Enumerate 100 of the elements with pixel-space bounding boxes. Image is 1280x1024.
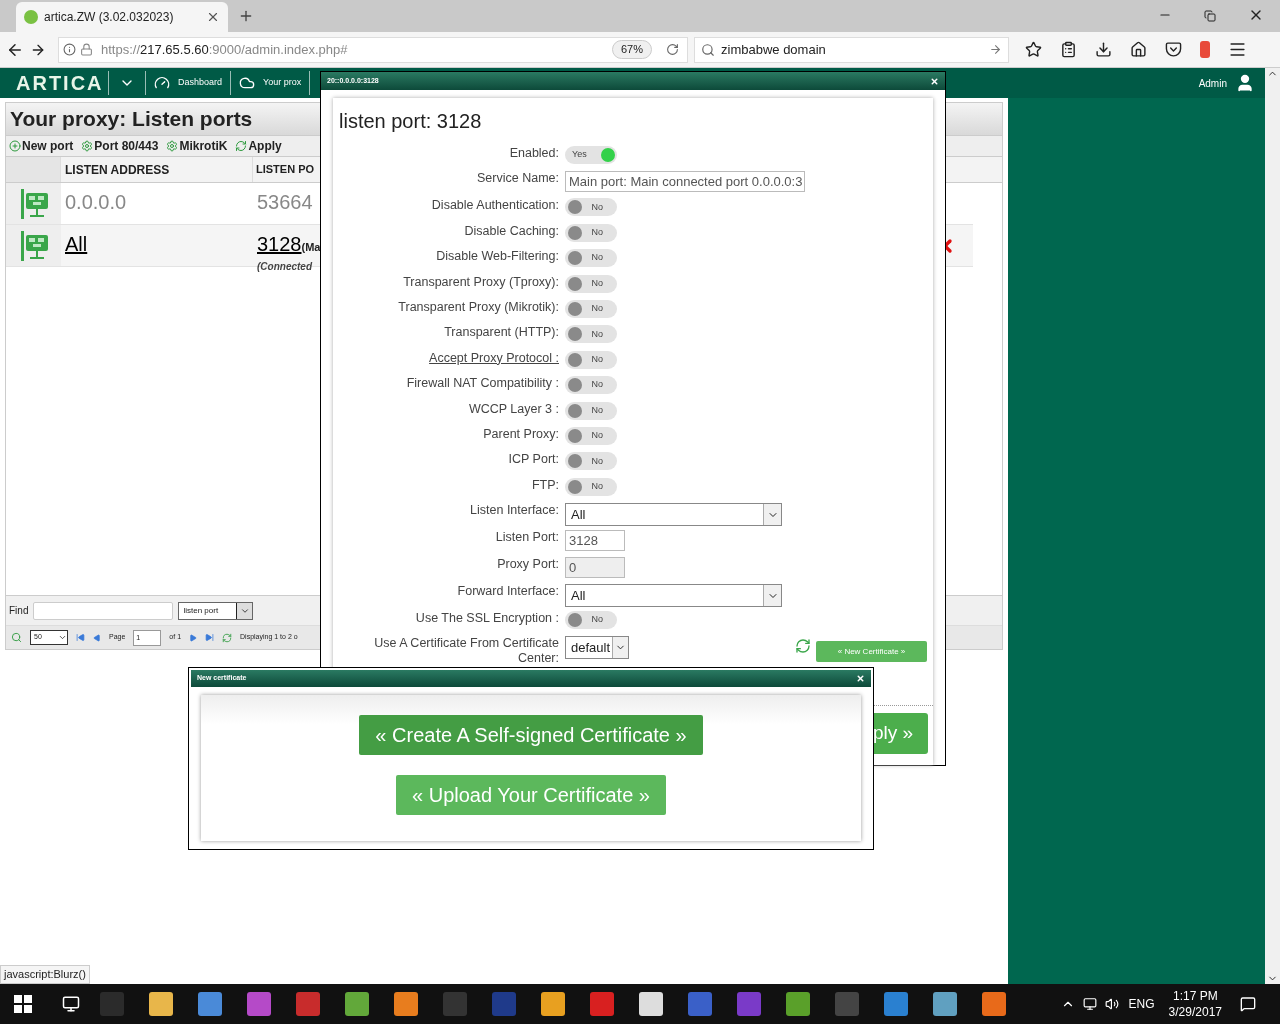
column-header[interactable]: LISTEN ADDRESS bbox=[61, 157, 253, 182]
chevron-down-icon bbox=[58, 633, 67, 642]
field-label: Forward Interface: bbox=[457, 584, 559, 600]
toolbar-button[interactable]: Apply bbox=[235, 137, 282, 155]
port-link: 53664 bbox=[257, 190, 313, 215]
toggle-switch[interactable]: No bbox=[565, 350, 617, 369]
clock[interactable]: 1:17 PM 3/29/2017 bbox=[1168, 988, 1222, 1020]
refresh-icon[interactable] bbox=[222, 632, 233, 643]
toggle-switch[interactable]: No bbox=[565, 223, 617, 242]
search-icon bbox=[701, 42, 715, 57]
network-icon[interactable] bbox=[1082, 997, 1097, 1011]
refresh-icon bbox=[235, 140, 248, 152]
toggle-switch[interactable]: No bbox=[565, 198, 617, 217]
find-field[interactable] bbox=[33, 601, 174, 620]
field-label: Disable Authentication: bbox=[431, 198, 559, 214]
nav-link[interactable]: Dashboard bbox=[146, 75, 231, 91]
field-label: Transparent Proxy (Mikrotik): bbox=[398, 299, 559, 315]
last-page-icon[interactable] bbox=[205, 633, 215, 642]
pocket-icon[interactable] bbox=[1165, 41, 1182, 58]
toggle-switch[interactable]: No bbox=[565, 299, 617, 318]
previous-page-icon[interactable] bbox=[93, 633, 101, 642]
toggle-switch[interactable]: No bbox=[565, 274, 617, 293]
user-icon[interactable] bbox=[1235, 73, 1255, 93]
first-page-icon[interactable] bbox=[76, 633, 85, 642]
field-label: Use A Certificate From Certificate Center: bbox=[373, 636, 559, 667]
browser-tab[interactable]: artica.ZW (3.02.032023) bbox=[16, 2, 228, 32]
dialog-heading: listen port: 3128 bbox=[338, 109, 483, 134]
info-icon bbox=[63, 43, 76, 56]
page-title: Your proxy: Listen ports bbox=[10, 106, 253, 133]
toggle-switch[interactable]: Yes bbox=[565, 146, 617, 164]
field-label: Use The SSL Encryption : bbox=[415, 611, 559, 627]
toolbar-button[interactable]: New port bbox=[9, 137, 74, 155]
reading-list-icon[interactable] bbox=[1060, 41, 1077, 58]
select-dropdown[interactable]: All bbox=[565, 584, 782, 608]
field-label: Proxy Port: bbox=[497, 557, 559, 573]
field-label: FTP: bbox=[531, 477, 559, 493]
field-label: Disable Web-Filtering: bbox=[436, 249, 559, 265]
toggle-switch[interactable]: No bbox=[565, 249, 617, 268]
field-label: Firewall NAT Compatibility : bbox=[406, 376, 559, 392]
close-icon[interactable] bbox=[930, 76, 939, 86]
address-bar[interactable]: https://217.65.5.60:9000/admin.index.php# 67% bbox=[58, 36, 688, 63]
address-link[interactable]: All bbox=[65, 233, 88, 255]
search-icon[interactable] bbox=[11, 632, 22, 643]
refresh-icon[interactable] bbox=[795, 638, 811, 654]
field-label: Listen Port: bbox=[495, 530, 559, 546]
next-page-icon[interactable] bbox=[189, 633, 198, 642]
toolbar-button[interactable]: MikrotiK bbox=[166, 137, 228, 155]
nav-link[interactable]: Your prox bbox=[231, 75, 310, 91]
select-dropdown[interactable]: default bbox=[565, 636, 629, 660]
text-field[interactable]: 3128 bbox=[565, 530, 625, 552]
download-icon[interactable] bbox=[1095, 41, 1112, 58]
field-label: Disable Caching: bbox=[464, 223, 559, 239]
toggle-switch[interactable]: No bbox=[565, 477, 617, 496]
field-label: WCCP Layer 3 : bbox=[468, 401, 559, 417]
search-field[interactable]: zimbabwe domain bbox=[694, 36, 1009, 63]
toolbar-button[interactable]: Port 80/443 bbox=[81, 137, 159, 155]
new-tab-icon[interactable] bbox=[238, 8, 254, 24]
toggle-switch[interactable]: No bbox=[565, 611, 617, 630]
volume-icon[interactable] bbox=[1104, 997, 1119, 1011]
toggle-switch[interactable]: No bbox=[565, 401, 617, 420]
add-icon bbox=[9, 140, 21, 152]
find-column-select[interactable]: listen port bbox=[178, 601, 254, 620]
field-label: Transparent Proxy (Tproxy): bbox=[403, 274, 559, 290]
home-icon[interactable] bbox=[1130, 41, 1147, 58]
gauge-icon bbox=[154, 75, 170, 91]
field-label: Listen Interface: bbox=[470, 503, 559, 519]
text-field[interactable]: Main port: Main connected port 0.0.0.0:3 bbox=[565, 171, 805, 193]
gear-icon bbox=[166, 140, 179, 152]
go-icon[interactable] bbox=[989, 43, 1002, 56]
user-name[interactable]: Admin bbox=[1198, 75, 1227, 91]
toggle-switch[interactable]: No bbox=[565, 325, 617, 344]
windows-start-icon[interactable] bbox=[14, 995, 32, 1013]
close-icon[interactable] bbox=[206, 10, 220, 24]
port-link[interactable]: 3128 bbox=[257, 229, 302, 259]
field-label: Parent Proxy: bbox=[483, 426, 559, 442]
language-indicator[interactable]: ENG bbox=[1128, 995, 1155, 1013]
scrollbar[interactable] bbox=[1265, 68, 1280, 984]
column-header[interactable]: LISTEN PO bbox=[253, 157, 318, 182]
select-dropdown[interactable]: All bbox=[565, 503, 782, 527]
port-description: (Connected bbox=[257, 260, 313, 274]
task-view-icon[interactable] bbox=[62, 995, 80, 1013]
close-icon[interactable] bbox=[856, 674, 865, 683]
toggle-switch[interactable]: No bbox=[565, 376, 617, 395]
artica-logo[interactable]: ARTICA bbox=[0, 68, 108, 98]
cloud-icon bbox=[239, 75, 256, 91]
field-label: ICP Port: bbox=[508, 452, 559, 468]
zoom-level[interactable]: 67% bbox=[611, 40, 652, 59]
toggle-switch[interactable]: No bbox=[565, 426, 617, 445]
restore-icon[interactable] bbox=[1204, 10, 1216, 22]
extension-icon[interactable] bbox=[1200, 41, 1210, 58]
field-label-link[interactable]: Accept Proxy Protocol : bbox=[429, 350, 559, 366]
bookmark-star-icon[interactable] bbox=[1025, 41, 1042, 58]
field-label: Service Name: bbox=[477, 171, 559, 187]
favicon-icon bbox=[24, 10, 38, 24]
reload-icon[interactable] bbox=[666, 43, 679, 56]
field-label: Enabled: bbox=[509, 146, 559, 161]
notifications-icon[interactable] bbox=[1240, 996, 1256, 1012]
toggle-switch[interactable]: No bbox=[565, 452, 617, 471]
find-label: Find bbox=[9, 604, 29, 618]
menu-icon[interactable] bbox=[1228, 40, 1247, 59]
